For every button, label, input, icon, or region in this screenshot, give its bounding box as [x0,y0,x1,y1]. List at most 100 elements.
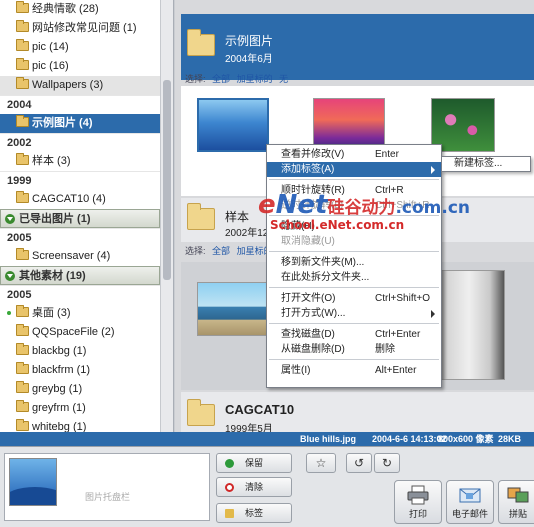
rotate-right-icon: ↻ [381,456,393,470]
folder-icon [16,362,29,374]
sidebar-year-header: 2005 [0,228,160,247]
email-label: 电子邮件 [451,509,488,519]
sidebar-item-label: 2004 [7,99,32,111]
context-menu-item[interactable]: 查找磁盘(D) Ctrl+Enter [267,327,441,342]
select-starred-link[interactable]: 加星标的 [237,74,273,84]
folder-icon [16,58,29,70]
sidebar-item-label: pic (16) [32,60,69,72]
rotate-left-button[interactable]: ↺ [346,453,372,473]
folder-icon [16,153,29,165]
menu-item-shortcut: Ctrl+Enter [375,329,421,340]
sidebar-scrollbar-thumb[interactable] [163,80,171,280]
hold-button[interactable]: 保留 [216,453,292,473]
menu-item-shortcut: Enter [375,149,399,160]
print-button[interactable]: 打印 [394,480,442,524]
folder-title: CAGCAT10 [225,402,295,417]
sidebar-year-header: 2002 [0,133,160,152]
sidebar-folder-item[interactable]: blackfrm (1) [0,361,160,380]
context-menu-item[interactable]: 移到新文件夹(M)... [267,255,441,270]
thumbnail-door[interactable] [433,270,505,380]
tray-caption: 图片托盘栏 [85,492,131,502]
menu-item-label: 移到新文件夹(M)... [281,257,365,268]
print-label: 打印 [408,509,427,519]
sidebar-folder-item[interactable]: whitebg (1) [0,418,160,432]
sidebar-folder-item[interactable]: Screensaver (4) [0,247,160,266]
sidebar-item-label: 2002 [7,137,32,149]
sidebar-folder-item[interactable]: 示例图片 (4) [0,114,160,133]
sidebar-item-label: 1999 [7,175,32,187]
sidebar-item-label: CAGCAT10 (4) [32,193,106,205]
rotate-right-button[interactable]: ↻ [374,453,400,473]
clear-label: 清除 [244,482,263,492]
tray-preview[interactable]: 图片托盘栏 [4,453,210,521]
collage-button[interactable]: 拼贴 [498,480,534,524]
folder-date: 2002年12 [225,228,269,239]
status-dot-icon [7,311,11,315]
collapse-toggle-icon[interactable] [5,271,15,281]
menu-separator [269,287,439,288]
email-button[interactable]: 电子邮件 [446,480,494,524]
folder-title: 示例图片 [225,34,274,48]
folder-header-cagcat10[interactable]: CAGCAT10 1999年5月 [181,392,534,432]
select-none-link[interactable]: 无 [279,74,288,84]
sidebar-folder-item[interactable]: greybg (1) [0,380,160,399]
watermark-e: e [258,190,276,220]
sidebar-folder-item[interactable]: 经典情歌 (28) [0,0,160,19]
sidebar-folder-item[interactable]: 样本 (3) [0,152,160,171]
folder-icon [16,1,29,13]
context-menu-item[interactable]: 在此处拆分文件夹... [267,270,441,285]
sidebar-folder-item[interactable]: blackbg (1) [0,342,160,361]
sidebar-folder-item[interactable]: greyfrm (1) [0,399,160,418]
sidebar-folder-item[interactable]: QQSpaceFile (2) [0,323,160,342]
sidebar-folder-item[interactable]: CAGCAT10 (4) [0,190,160,209]
menu-separator [269,323,439,324]
context-menu-item: 取消隐藏(U) [267,234,441,249]
sidebar-item-label: 2005 [7,289,32,301]
sidebar-folder-item[interactable]: Wallpapers (3) [0,76,160,95]
sidebar-folder-item[interactable]: 网站修改常见问题 (1) [0,19,160,38]
select-label: 选择: [185,74,206,84]
thumbnail-blue-hills[interactable] [197,98,269,152]
context-menu-item[interactable]: 从磁盘删除(D) 删除 [267,342,441,357]
select-label: 选择: [185,246,206,256]
context-menu-item[interactable]: 属性(I) Alt+Enter [267,363,441,378]
star-button[interactable]: ☆ [306,453,336,473]
context-menu: 查看并修改(V) Enter 添加标签(A) 顺时针旋转(R) Ctrl+R 逆时针旋转(… [266,144,442,388]
folder-icon [16,305,29,317]
tag-button[interactable]: 标签 [216,503,292,523]
sidebar-item-label: 经典情歌 (28) [32,3,99,15]
tag-icon [225,509,234,518]
sidebar-group-header[interactable]: 已导出图片 (1) [0,209,160,228]
collage-label: 拼贴 [508,509,527,519]
menu-item-shortcut: 删除 [375,344,395,355]
menu-item-label: 查找磁盘(D) [281,329,335,340]
sidebar-folder-item[interactable]: pic (14) [0,38,160,57]
select-all-link[interactable]: 全部 [212,74,230,84]
sidebar-item-label: 桌面 (3) [32,307,71,319]
tray-thumbnail[interactable] [9,458,57,506]
menu-separator [269,179,439,180]
menu-item-label: 从磁盘删除(D) [281,344,345,355]
new-tag-menu-item[interactable]: 新建标签... [454,158,502,169]
folder-header-sample-pictures[interactable]: 示例图片 2004年6月 [181,14,534,80]
context-menu-item[interactable]: 添加标签(A) [267,162,441,177]
status-datetime: 2004-6-6 14:13:02 [372,434,447,444]
status-dimensions: 800x600 像素 [438,434,494,444]
watermark-url: School.eNet.com.cn [270,218,405,232]
menu-separator [269,359,439,360]
sidebar-item-label: Screensaver (4) [32,250,111,262]
menu-item-label: 查看并修改(V) [281,149,345,160]
sidebar-group-header[interactable]: 其他素材 (19) [0,266,160,285]
context-menu-item[interactable]: 查看并修改(V) Enter [267,147,441,162]
folder-icon [16,191,29,203]
sidebar-folder-item[interactable]: pic (16) [0,57,160,76]
sidebar-folder-item[interactable]: 桌面 (3) [0,304,160,323]
context-menu-item[interactable]: 打开方式(W)... [267,306,441,321]
sidebar-scrollbar[interactable] [160,0,173,432]
collapse-toggle-icon[interactable] [5,214,15,224]
context-menu-item[interactable]: 打开文件(O) Ctrl+Shift+O [267,291,441,306]
thumbnail-beach-child[interactable] [197,282,267,336]
clear-button[interactable]: 清除 [216,477,292,497]
select-all-link[interactable]: 全部 [212,246,230,256]
watermark-net: Net [275,190,328,220]
